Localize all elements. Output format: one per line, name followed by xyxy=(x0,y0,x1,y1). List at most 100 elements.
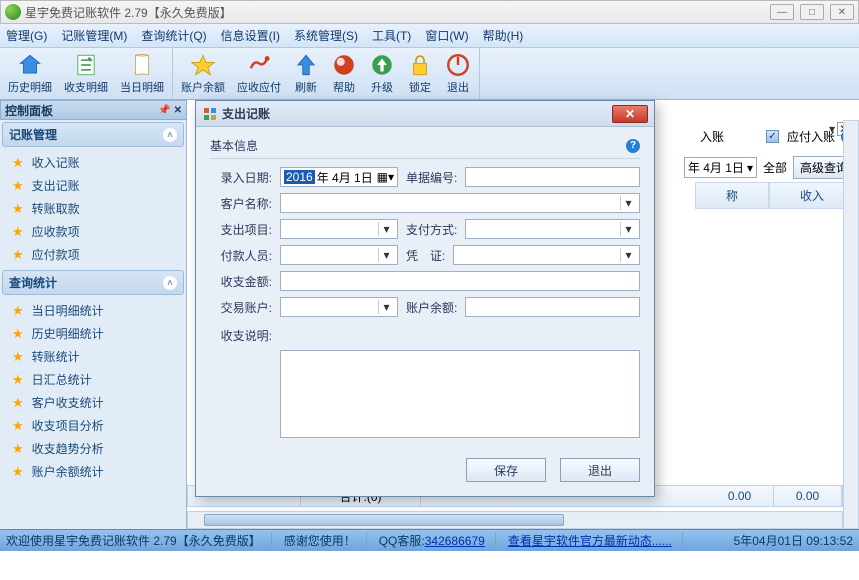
star-icon: ★ xyxy=(12,303,24,319)
status-thanks: 感谢您使用！ xyxy=(284,532,367,549)
tb-history[interactable]: 历史明细 xyxy=(2,48,58,99)
input-amount[interactable] xyxy=(280,271,640,291)
input-payer[interactable]: ▾ xyxy=(280,245,398,265)
input-billno[interactable] xyxy=(465,167,640,187)
expense-dialog: 支出记账 ✕ 基本信息 ? 录入日期: 2016 年 4月 1日 ▦▾ 单据编号… xyxy=(195,100,655,497)
menu-accounting[interactable]: 记账管理(M) xyxy=(61,27,127,44)
sidebar-item-transfer[interactable]: ★转账取款 xyxy=(0,197,186,220)
input-account[interactable]: ▾ xyxy=(280,297,398,317)
star-icon: ★ xyxy=(12,464,24,480)
tb-exit[interactable]: 退出 xyxy=(439,48,477,99)
filter-bar2: 年 4月 1日▾ 全部 高级查询 xyxy=(684,156,855,179)
tb-balance[interactable]: 账户余额 xyxy=(175,48,231,99)
help-icon[interactable]: ? xyxy=(626,139,640,153)
tb-payable-label: 应收应付 xyxy=(237,79,281,95)
input-balance[interactable] xyxy=(465,297,640,317)
query-items: ★当日明细统计 ★历史明细统计 ★转账统计 ★日汇总统计 ★客户收支统计 ★收支… xyxy=(0,297,186,529)
label-voucher: 凭 证: xyxy=(406,247,445,264)
menu-info[interactable]: 信息设置(I) xyxy=(221,27,280,44)
qq-link[interactable]: 342686679 xyxy=(425,534,485,548)
side-header: 控制面板 📌 ✕ xyxy=(0,100,187,120)
maximize-button[interactable]: □ xyxy=(800,4,824,20)
tb-balance-label: 账户余额 xyxy=(181,79,225,95)
chevron-up-icon: ˄ xyxy=(163,276,177,290)
chevron-up-icon: ˄ xyxy=(163,128,177,142)
toolbar: 历史明细 收支明细 当日明细 账户余额 应收应付 刷新 帮助 升级 锁定 退出 xyxy=(0,48,859,100)
input-customer[interactable]: ▾ xyxy=(280,193,640,213)
news-link[interactable]: 查看星宇软件官方最新动态...... xyxy=(508,534,672,548)
filter-bar: 入账 ✓ 应付入账 ? xyxy=(700,128,855,145)
filter-in-label: 入账 xyxy=(700,128,724,145)
dialog-close-button[interactable]: ✕ xyxy=(612,105,648,123)
tb-refresh[interactable]: 刷新 xyxy=(287,48,325,99)
tb-today[interactable]: 当日明细 xyxy=(114,48,170,99)
menu-tools[interactable]: 工具(T) xyxy=(372,27,411,44)
input-project[interactable]: ▾ xyxy=(280,219,398,239)
tb-help-label: 帮助 xyxy=(333,79,355,95)
filter-all-label: 全部 xyxy=(763,159,787,176)
tb-payable[interactable]: 应收应付 xyxy=(231,48,287,99)
dialog-title: 支出记账 xyxy=(222,105,270,122)
tb-history-label: 历史明细 xyxy=(8,79,52,95)
star-icon: ★ xyxy=(12,372,24,388)
label-balance: 账户余额: xyxy=(406,299,457,316)
vertical-scrollbar[interactable] xyxy=(843,120,859,529)
sidebar-item-trend-analysis[interactable]: ★收支趋势分析 xyxy=(0,437,186,460)
sidebar-item-receivable[interactable]: ★应收款项 xyxy=(0,220,186,243)
tb-lock[interactable]: 锁定 xyxy=(401,48,439,99)
sidebar-item-balance-stat[interactable]: ★账户余额统计 xyxy=(0,460,186,483)
input-remark[interactable] xyxy=(280,350,640,438)
accounting-items: ★收入记账 ★支出记账 ★转账取款 ★应收款项 ★应付款项 xyxy=(0,149,186,268)
minimize-button[interactable]: — xyxy=(770,4,794,20)
menu-window[interactable]: 窗口(W) xyxy=(425,27,468,44)
menu-query[interactable]: 查询统计(Q) xyxy=(141,27,206,44)
sidebar-item-customer-stat[interactable]: ★客户收支统计 xyxy=(0,391,186,414)
tb-detail[interactable]: 收支明细 xyxy=(58,48,114,99)
star-icon: ★ xyxy=(12,247,24,263)
input-date[interactable]: 2016 年 4月 1日 ▦▾ xyxy=(280,167,398,187)
sidebar-item-daily-stat[interactable]: ★日汇总统计 xyxy=(0,368,186,391)
side-header-label: 控制面板 xyxy=(5,102,53,119)
tb-help[interactable]: 帮助 xyxy=(325,48,363,99)
sidebar-item-payable[interactable]: ★应付款项 xyxy=(0,243,186,266)
sidebar-item-expense[interactable]: ★支出记账 xyxy=(0,174,186,197)
grid-col-name[interactable]: 称 xyxy=(695,182,769,209)
close-button[interactable]: ✕ xyxy=(830,4,854,20)
app-icon xyxy=(5,4,21,20)
exit-button[interactable]: 退出 xyxy=(560,458,640,482)
dialog-titlebar[interactable]: 支出记账 ✕ xyxy=(196,101,654,127)
input-paymethod[interactable]: ▾ xyxy=(465,219,640,239)
section-query[interactable]: 查询统计 ˄ xyxy=(2,270,184,295)
sidebar-item-project-analysis[interactable]: ★收支项目分析 xyxy=(0,414,186,437)
tb-lock-label: 锁定 xyxy=(409,79,431,95)
input-voucher[interactable]: ▾ xyxy=(453,245,640,265)
save-button[interactable]: 保存 xyxy=(466,458,546,482)
tb-upgrade[interactable]: 升级 xyxy=(363,48,401,99)
tb-detail-label: 收支明细 xyxy=(64,79,108,95)
star-icon: ★ xyxy=(12,418,24,434)
tb-refresh-label: 刷新 xyxy=(295,79,317,95)
star-icon: ★ xyxy=(12,395,24,411)
star-icon: ★ xyxy=(12,224,24,240)
menu-manage[interactable]: 管理(G) xyxy=(6,27,47,44)
section-accounting[interactable]: 记账管理 ˄ xyxy=(2,122,184,147)
sidebar-item-history-stat[interactable]: ★历史明细统计 xyxy=(0,322,186,345)
sidebar-item-income[interactable]: ★收入记账 xyxy=(0,151,186,174)
section-basicinfo: 基本信息 ? xyxy=(210,137,640,154)
window-title: 星宇免费记账软件 2.79【永久免费版】 xyxy=(25,4,770,21)
label-payer: 付款人员: xyxy=(210,247,272,264)
sidebar-item-transfer-stat[interactable]: ★转账统计 xyxy=(0,345,186,368)
status-time: 5年04月01日 09:13:52 xyxy=(734,532,853,549)
filter-payable-label: 应付入账 xyxy=(787,128,835,145)
sidebar-item-today-stat[interactable]: ★当日明细统计 xyxy=(0,299,186,322)
pin-icon[interactable]: 📌 ✕ xyxy=(158,105,182,116)
filter-date[interactable]: 年 4月 1日▾ xyxy=(684,157,757,178)
sum-v1: 0.00 xyxy=(706,486,774,506)
tb-upgrade-label: 升级 xyxy=(371,79,393,95)
menu-system[interactable]: 系统管理(S) xyxy=(294,27,358,44)
menu-help[interactable]: 帮助(H) xyxy=(483,27,524,44)
dialog-icon xyxy=(202,106,218,122)
horizontal-scrollbar[interactable] xyxy=(187,511,843,529)
checkbox-payable[interactable]: ✓ xyxy=(766,130,779,143)
label-project: 支出项目: xyxy=(210,221,272,238)
